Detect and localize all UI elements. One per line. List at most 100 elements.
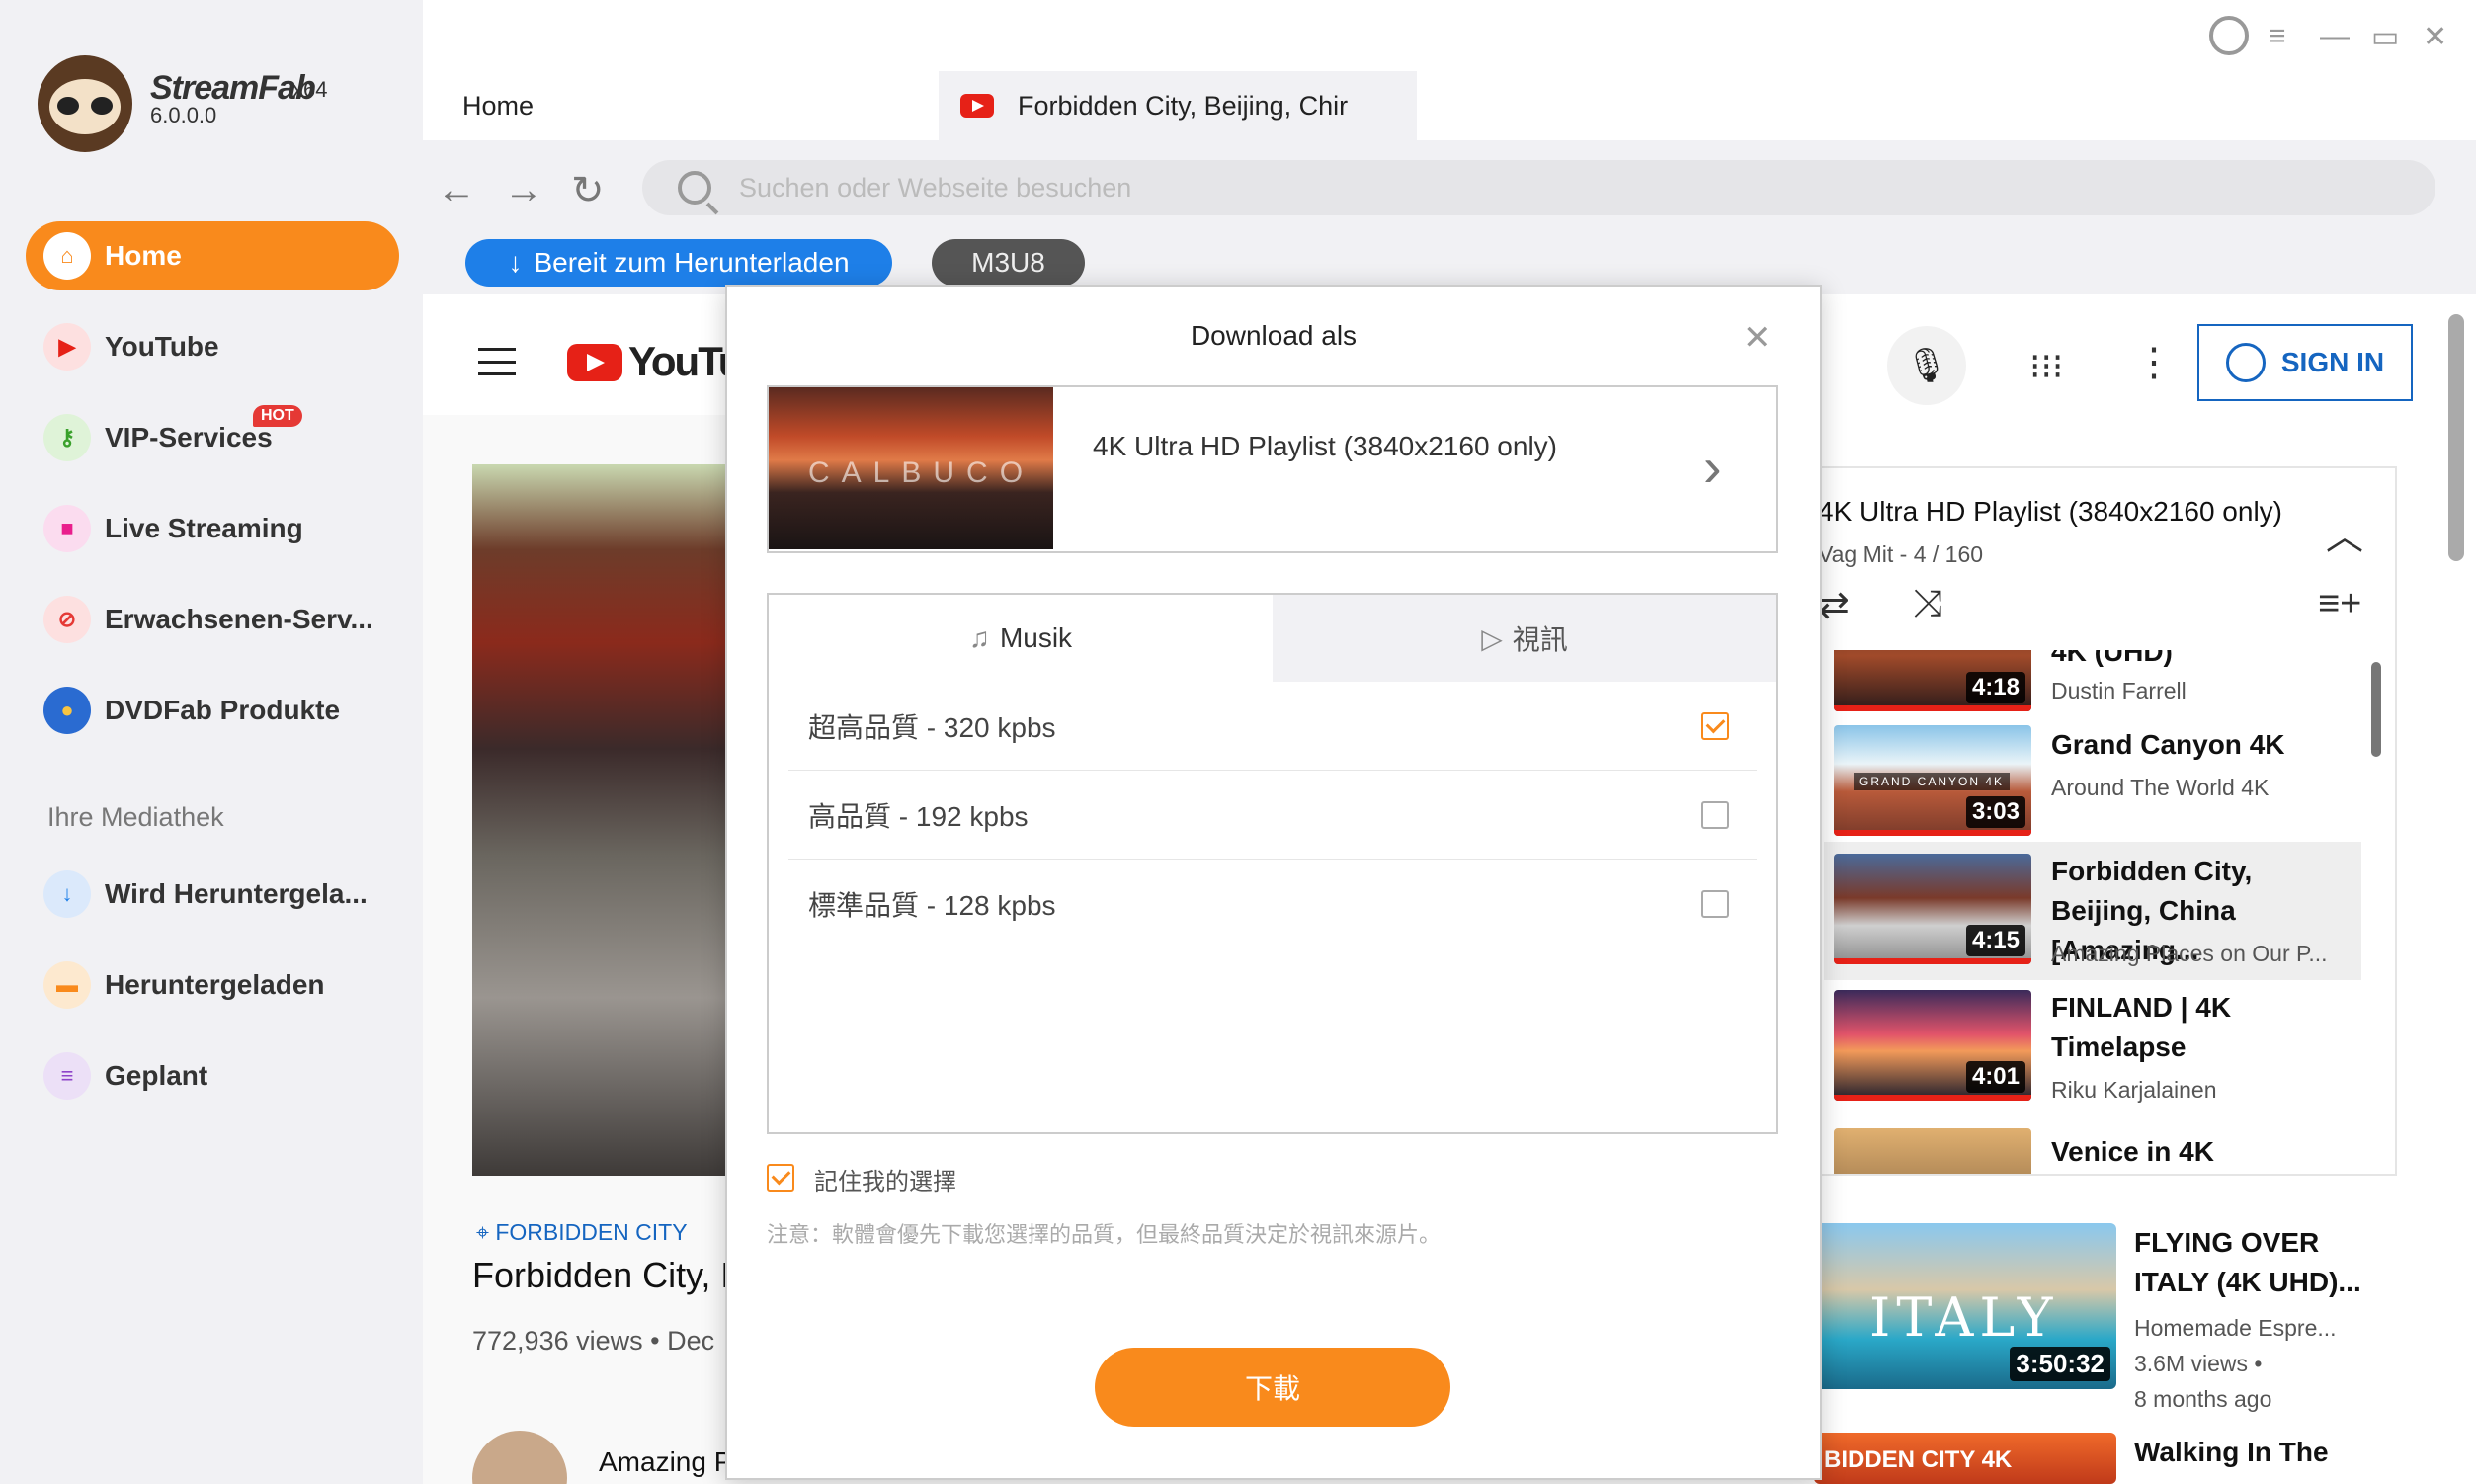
search-input[interactable]: Suchen oder Webseite besuchen [642, 160, 2435, 215]
camera-icon: ■ [43, 505, 91, 552]
hot-badge: HOT [253, 405, 302, 427]
shuffle-icon[interactable]: ⤨ [1913, 583, 1942, 625]
folder-icon: ▬ [43, 961, 91, 1009]
list-item[interactable]: 4:18 4K (UHD) Dustin Farrell [1824, 650, 2361, 711]
checkbox-checked[interactable] [1701, 711, 1729, 740]
home-icon: ⌂ [43, 232, 91, 280]
sidebar-item-live-streaming[interactable]: ■ Live Streaming [26, 494, 399, 563]
youtube-logo-icon[interactable] [567, 344, 622, 381]
sign-in-button[interactable]: SIGN IN [2197, 324, 2413, 401]
channel-name[interactable]: Amazing P [599, 1446, 732, 1478]
streamfab-logo-icon [38, 55, 132, 152]
chevron-right-icon[interactable]: › [1703, 435, 1722, 499]
sign-in-label: SIGN IN [2280, 347, 2385, 377]
video-thumbnail: 4:15 [1834, 854, 2031, 964]
quality-option[interactable]: 標準品質 - 128 kpbs [788, 860, 1757, 948]
download-button[interactable]: 下載 [1095, 1348, 1450, 1427]
playlist-scrollbar[interactable] [2371, 662, 2381, 757]
sidebar-item-downloading[interactable]: ↓ Wird Heruntergela... [26, 860, 399, 929]
close-icon[interactable]: ✕ [1743, 318, 1772, 358]
option-label: 超高品質 - 320 kpbs [808, 711, 1056, 743]
back-icon[interactable]: ← [437, 168, 476, 212]
sidebar-item-downloaded[interactable]: ▬ Heruntergeladen [26, 950, 399, 1020]
sidebar-item-label: Home [105, 240, 182, 271]
save-playlist-icon[interactable]: ≡+ [2318, 583, 2361, 625]
thumb-text: GRAND CANYON 4K [1854, 773, 2011, 790]
video-icon: ▷ [1481, 622, 1503, 654]
sidebar-item-vip-services[interactable]: ⚷ VIP-Services [26, 403, 399, 472]
download-icon: ↓ [43, 870, 91, 918]
checkbox[interactable] [1701, 889, 1729, 918]
item-title: Grand Canyon 4K [2051, 729, 2285, 760]
item-title: 4K (UHD) [2051, 650, 2173, 667]
thumb-text: BIDDEN CITY 4K [1824, 1446, 2013, 1473]
video-meta: 772,936 views • Dec [472, 1326, 715, 1356]
item-channel: Riku Karjalainen [2051, 1077, 2217, 1103]
m3u8-button[interactable]: M3U8 [932, 239, 1085, 287]
tab-music[interactable]: ♫ Musik [769, 595, 1273, 682]
tab-forbidden-city[interactable]: Forbidden City, Beijing, Chir [939, 71, 1417, 140]
sidebar-item-adult-services[interactable]: ⊘ Erwachsenen-Serv... [26, 585, 399, 654]
reload-icon[interactable]: ↻ [571, 168, 605, 213]
hamburger-icon[interactable] [478, 348, 516, 375]
video-location[interactable]: ⌖ FORBIDDEN CITY [476, 1219, 688, 1246]
item-channel: Dustin Farrell [2051, 678, 2187, 703]
list-item[interactable]: GRAND CANYON 4K 3:03 Grand Canyon 4K Aro… [1824, 719, 2361, 858]
sidebar-item-label: VIP-Services [105, 422, 273, 453]
video-thumbnail[interactable]: BIDDEN CITY 4K [1814, 1433, 2116, 1484]
source-thumbnail: CALBUCO [769, 387, 1053, 549]
checkbox[interactable] [1701, 800, 1729, 829]
quality-option[interactable]: 高品質 - 192 kpbs [788, 771, 1757, 860]
video-thumbnail: 4:18 [1834, 650, 2031, 711]
sidebar-item-scheduled[interactable]: ≡ Geplant [26, 1041, 399, 1111]
location-label: FORBIDDEN CITY [495, 1219, 688, 1245]
tab-video[interactable]: ▷ 視訊 [1273, 595, 1776, 682]
sidebar-item-youtube[interactable]: ▶ YouTube [26, 312, 399, 381]
rec-title[interactable]: Walking In The [2134, 1433, 2371, 1472]
sidebar-item-dvdfab-products[interactable]: ● DVDFab Produkte [26, 676, 399, 745]
minimize-icon[interactable]: — [2320, 20, 2350, 53]
item-title: Venice in 4K [2051, 1136, 2214, 1167]
adult-icon: ⊘ [43, 596, 91, 643]
rec-views: 3.6M views • [2134, 1351, 2263, 1376]
video-thumbnail[interactable]: ITALY 3:50:32 [1814, 1223, 2116, 1389]
mic-icon[interactable]: 🎙 [1887, 326, 1966, 405]
rec-title[interactable]: FLYING OVER ITALY (4K UHD)... [2134, 1223, 2371, 1302]
history-icon[interactable] [2209, 16, 2249, 55]
note-text: 注意：軟體會優先下載您選擇的品質，但最終品質決定於視訊來源片。 [767, 1222, 1442, 1247]
item-channel: Amazing Places on Our P... [2051, 941, 2328, 966]
sidebar-item-home[interactable]: ⌂ Home [26, 221, 399, 290]
loop-icon[interactable]: ⇄ [1818, 583, 1850, 627]
source-title: 4K Ultra HD Playlist (3840x2160 only) [1093, 431, 1557, 461]
more-icon[interactable]: ⋮ [2134, 340, 2174, 385]
video-thumbnail [1834, 1128, 2031, 1174]
arrow-down-icon: ↓ [508, 247, 523, 278]
forward-icon[interactable]: → [504, 168, 543, 212]
app-version: 6.0.0.0 [150, 103, 217, 127]
list-item[interactable]: 4:01 FINLAND | 4K Timelapse Riku Karjala… [1824, 984, 2361, 1122]
remember-checkbox[interactable] [767, 1164, 794, 1192]
apps-icon[interactable]: ⁝⁝⁝ [2029, 346, 2063, 387]
sidebar-item-label: Live Streaming [105, 513, 303, 543]
menu-icon[interactable]: ≡ [2269, 20, 2286, 53]
collapse-icon[interactable]: ︿ [2326, 506, 2363, 560]
duration-badge: 4:15 [1965, 925, 2025, 956]
tab-home[interactable]: Home [462, 71, 927, 140]
list-item[interactable]: Venice in 4K [1824, 1122, 2361, 1174]
tab-label: Musik [999, 622, 1073, 653]
duration-badge: 3:03 [1965, 796, 2025, 828]
maximize-icon[interactable]: ▭ [2371, 20, 2399, 54]
key-icon: ⚷ [43, 414, 91, 461]
page-scrollbar[interactable] [2448, 314, 2464, 561]
ready-to-download-button[interactable]: ↓ Bereit zum Herunterladen [465, 239, 892, 287]
video-player[interactable] [472, 464, 739, 1176]
duration-badge: 3:50:32 [2010, 1347, 2110, 1381]
location-icon: ⌖ [476, 1219, 496, 1245]
close-icon[interactable]: ✕ [2423, 20, 2447, 54]
list-item[interactable]: 4:15 Forbidden City, Beijing, China [Ama… [1824, 842, 2361, 980]
quality-option[interactable]: 超高品質 - 320 kpbs [788, 682, 1757, 771]
remember-label: 記住我的選擇 [814, 1169, 956, 1195]
sidebar-item-label: Erwachsenen-Serv... [105, 604, 373, 634]
item-title: FINLAND | 4K Timelapse [2051, 992, 2232, 1062]
thumb-text: CALBUCO [808, 456, 1035, 489]
